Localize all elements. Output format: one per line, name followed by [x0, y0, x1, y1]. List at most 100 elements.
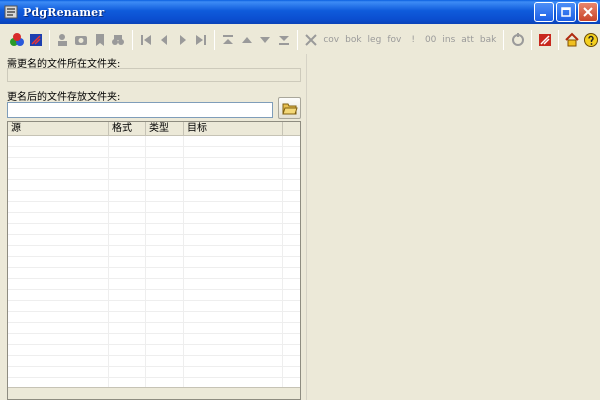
bok-button[interactable]: bok — [342, 29, 364, 51]
move-up-button[interactable] — [238, 29, 256, 51]
table-row[interactable] — [8, 356, 300, 367]
cov-button[interactable]: cov — [320, 29, 342, 51]
colors-button[interactable] — [8, 29, 26, 51]
file-list[interactable]: 源 格式 类型 目标 — [7, 121, 301, 400]
column-source[interactable]: 源 — [8, 122, 109, 136]
column-format[interactable]: 格式 — [109, 122, 146, 136]
table-row[interactable] — [8, 334, 300, 345]
table-cell — [109, 301, 146, 311]
table-cell — [109, 312, 146, 322]
previous-button[interactable] — [155, 29, 173, 51]
table-row[interactable] — [8, 268, 300, 279]
table-cell — [109, 334, 146, 344]
zero-button[interactable]: 00 — [422, 29, 439, 51]
table-cell — [184, 279, 283, 289]
table-cell — [109, 169, 146, 179]
table-row[interactable] — [8, 158, 300, 169]
table-cell — [146, 158, 184, 168]
file-list-footer — [8, 387, 300, 399]
table-row[interactable] — [8, 246, 300, 257]
table-cell — [184, 367, 283, 377]
table-row[interactable] — [8, 290, 300, 301]
table-cell — [8, 246, 109, 256]
table-row[interactable] — [8, 169, 300, 180]
leg-button[interactable]: leg — [365, 29, 385, 51]
table-cell — [283, 301, 300, 311]
first-button[interactable] — [137, 29, 155, 51]
column-target[interactable]: 目标 — [184, 122, 283, 136]
table-row[interactable] — [8, 136, 300, 147]
table-cell — [8, 268, 109, 278]
rename-button[interactable] — [536, 29, 554, 51]
table-row[interactable] — [8, 323, 300, 334]
table-row[interactable] — [8, 147, 300, 158]
att-button[interactable]: att — [458, 29, 477, 51]
toolbar-separator — [503, 30, 505, 50]
table-cell — [146, 213, 184, 223]
toolbar-separator — [48, 30, 50, 50]
stamp-button[interactable] — [26, 29, 44, 51]
move-down-button[interactable] — [256, 29, 274, 51]
table-row[interactable] — [8, 257, 300, 268]
table-row[interactable] — [8, 235, 300, 246]
ins-button[interactable]: ins — [439, 29, 458, 51]
table-row[interactable] — [8, 191, 300, 202]
delete-button[interactable] — [302, 29, 320, 51]
table-cell — [184, 202, 283, 212]
table-row[interactable] — [8, 202, 300, 213]
first-icon — [140, 35, 151, 45]
next-icon — [179, 35, 186, 45]
table-row[interactable] — [8, 279, 300, 290]
table-row[interactable] — [8, 345, 300, 356]
target-folder-input[interactable] — [7, 102, 273, 118]
toolbar-separator — [558, 30, 560, 50]
table-cell — [283, 235, 300, 245]
left-panel: 需更名的文件所在文件夹: 更名后的文件存放文件夹: 源 格式 类型 目标 — [6, 54, 302, 400]
tool-button[interactable] — [508, 29, 526, 51]
user-button[interactable] — [54, 29, 72, 51]
table-row[interactable] — [8, 312, 300, 323]
table-row[interactable] — [8, 224, 300, 235]
table-cell — [109, 136, 146, 146]
table-cell — [146, 279, 184, 289]
close-button[interactable] — [578, 2, 598, 22]
table-row[interactable] — [8, 367, 300, 378]
table-cell — [283, 213, 300, 223]
table-cell — [283, 334, 300, 344]
table-cell — [109, 246, 146, 256]
home-button[interactable] — [563, 29, 581, 51]
table-cell — [8, 191, 109, 201]
help-button[interactable] — [582, 29, 600, 51]
move-bottom-button[interactable] — [274, 29, 292, 51]
browse-folder-button[interactable] — [278, 97, 301, 119]
help-icon — [583, 33, 598, 47]
fov-button[interactable]: fov — [384, 29, 404, 51]
app-icon[interactable] — [3, 4, 19, 20]
move-top-button[interactable] — [219, 29, 237, 51]
camera-button[interactable] — [72, 29, 90, 51]
minimize-button[interactable] — [534, 2, 554, 22]
table-row[interactable] — [8, 213, 300, 224]
table-cell — [283, 158, 300, 168]
table-row[interactable] — [8, 180, 300, 191]
exclaim-button[interactable]: ! — [404, 29, 422, 51]
bookmark-button[interactable] — [91, 29, 109, 51]
bak-button[interactable]: bak — [477, 29, 499, 51]
table-cell — [283, 224, 300, 234]
table-cell — [184, 180, 283, 190]
binoculars-button[interactable] — [109, 29, 127, 51]
maximize-button[interactable] — [556, 2, 576, 22]
close-icon — [583, 7, 593, 17]
bookmark-icon — [95, 34, 104, 46]
table-cell — [109, 268, 146, 278]
table-cell — [283, 257, 300, 267]
next-button[interactable] — [173, 29, 191, 51]
column-type[interactable]: 类型 — [146, 122, 184, 136]
table-cell — [109, 290, 146, 300]
camera-icon — [75, 36, 88, 45]
last-button[interactable] — [192, 29, 210, 51]
table-cell — [8, 356, 109, 366]
table-row[interactable] — [8, 301, 300, 312]
table-cell — [8, 290, 109, 300]
table-cell — [109, 257, 146, 267]
